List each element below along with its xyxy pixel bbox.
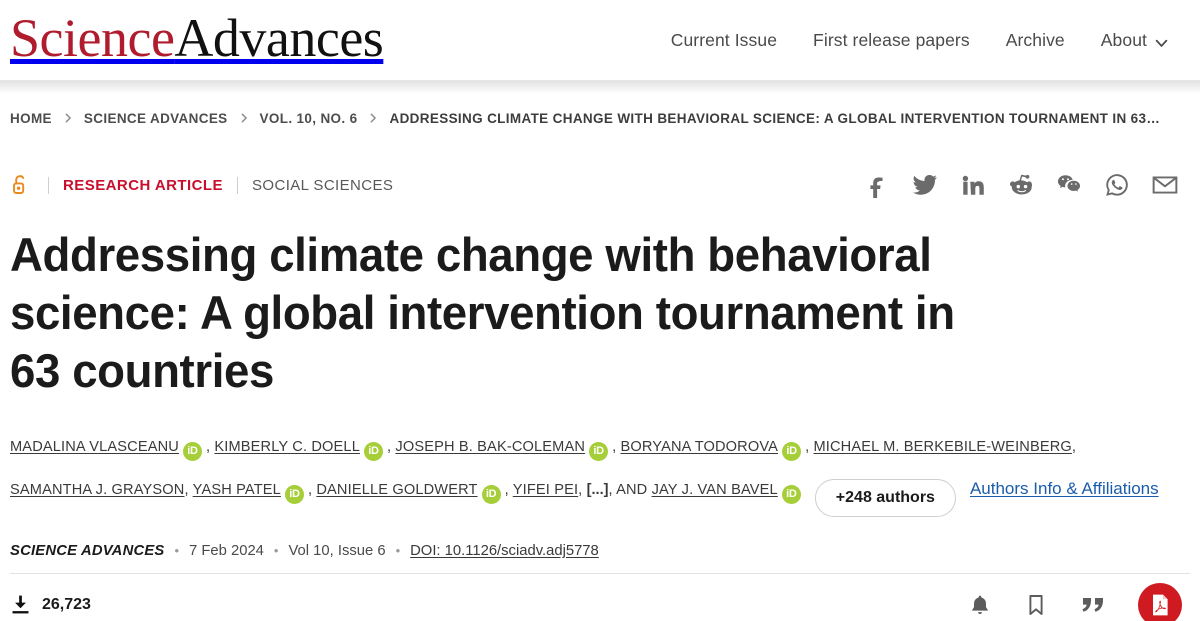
author-link[interactable]: MICHAEL M. BERKEBILE-WEINBERG xyxy=(813,439,1071,455)
bookmark-icon[interactable] xyxy=(1024,593,1048,617)
bell-icon[interactable] xyxy=(968,593,992,617)
author-link[interactable]: DANIELLE GOLDWERT xyxy=(316,482,477,498)
nav-first-release-papers[interactable]: First release papers xyxy=(813,30,970,51)
linkedin-icon[interactable] xyxy=(960,172,986,198)
authors-ellipsis: [...] xyxy=(586,482,609,498)
site-header: ScienceAdvances Current Issue First rele… xyxy=(0,0,1200,80)
reddit-icon[interactable] xyxy=(1008,172,1034,198)
download-count: 26,723 xyxy=(42,595,91,613)
journal-metadata: SCIENCE ADVANCES • 7 Feb 2024 • Vol 10, … xyxy=(10,543,1190,574)
author-separator: , xyxy=(504,482,513,498)
social-share-bar xyxy=(864,172,1190,198)
author-list: MADALINA VLASCEANU iD, KIMBERLY C. DOELL i… xyxy=(10,428,1190,517)
authors-info-affiliations-link[interactable]: Authors Info & Affiliations xyxy=(970,479,1159,498)
chevron-right-icon xyxy=(239,113,249,123)
download-icon xyxy=(10,594,31,615)
author-separator: , xyxy=(184,482,193,498)
nav-about-label: About xyxy=(1100,29,1147,50)
orcid-icon[interactable]: iD xyxy=(481,485,501,504)
breadcrumb-item-volume[interactable]: VOL. 10, NO. 6 xyxy=(260,111,358,126)
facebook-icon[interactable] xyxy=(864,172,890,198)
journal-name: SCIENCE ADVANCES xyxy=(10,543,165,559)
metrics-toolbar: 26,723 xyxy=(10,574,1190,621)
kicker-divider xyxy=(236,176,238,194)
page-title: Addressing climate change with behaviora… xyxy=(10,228,955,397)
more-authors-button[interactable]: +248 authors xyxy=(814,479,956,517)
pdf-icon[interactable] xyxy=(1138,582,1182,621)
site-logo[interactable]: ScienceAdvances xyxy=(10,8,384,68)
open-lock-icon xyxy=(10,173,30,197)
breadcrumb-item-article: ADDRESSING CLIMATE CHANGE WITH BEHAVIORA… xyxy=(389,110,1161,126)
breadcrumb: HOME SCIENCE ADVANCES VOL. 10, NO. 6 ADD… xyxy=(0,94,1200,134)
volume-issue: Vol 10, Issue 6 xyxy=(288,543,386,559)
meta-separator: • xyxy=(174,543,180,558)
wechat-icon[interactable] xyxy=(1056,172,1082,198)
article-type-link[interactable]: RESEARCH ARTICLE xyxy=(63,177,223,194)
twitter-icon[interactable] xyxy=(912,172,938,198)
doi-link[interactable]: DOI: 10.1126/sciadv.adj5778 xyxy=(410,543,599,559)
nav-archive[interactable]: Archive xyxy=(1006,30,1065,51)
orcid-icon[interactable]: iD xyxy=(363,442,383,461)
whatsapp-icon[interactable] xyxy=(1104,172,1130,198)
main-navigation: Current Issue First release papers Archi… xyxy=(671,30,1172,51)
nav-about[interactable]: About xyxy=(1101,30,1168,51)
nav-current-issue[interactable]: Current Issue xyxy=(671,30,777,51)
downloads-metric[interactable]: 26,723 xyxy=(10,594,91,615)
author-link[interactable]: JOSEPH B. BAK-COLEMAN xyxy=(395,439,585,455)
chevron-right-icon xyxy=(368,113,378,123)
article-header: RESEARCH ARTICLE SOCIAL SCIENCES Address… xyxy=(0,168,1200,621)
article-kicker-row: RESEARCH ARTICLE SOCIAL SCIENCES xyxy=(10,168,1190,202)
author-link[interactable]: YASH PATEL xyxy=(193,482,281,498)
meta-separator: • xyxy=(395,543,401,558)
quote-icon[interactable] xyxy=(1080,595,1106,615)
chevron-down-icon xyxy=(1155,34,1168,47)
author-link[interactable]: BORYANA TODOROVA xyxy=(620,439,778,455)
orcid-icon[interactable]: iD xyxy=(781,485,801,504)
article-topic-link[interactable]: SOCIAL SCIENCES xyxy=(252,177,393,194)
kicker-divider xyxy=(48,176,49,194)
breadcrumb-item-home[interactable]: HOME xyxy=(10,111,52,126)
author-link[interactable]: SAMANTHA J. GRAYSON xyxy=(10,482,185,498)
email-icon[interactable] xyxy=(1152,172,1178,198)
orcid-icon[interactable]: iD xyxy=(284,485,304,504)
logo-science-text: Science xyxy=(10,8,175,68)
breadcrumb-item-journal[interactable]: SCIENCE ADVANCES xyxy=(84,111,228,126)
authors-conjunction: , AND xyxy=(608,482,652,498)
orcid-icon[interactable]: iD xyxy=(589,442,609,461)
article-tools xyxy=(968,582,1190,621)
chevron-right-icon xyxy=(63,113,73,123)
orcid-icon[interactable]: iD xyxy=(782,442,802,461)
author-link[interactable]: YIFEI PEI xyxy=(513,482,578,498)
orcid-icon[interactable]: iD xyxy=(182,442,202,461)
author-separator: , xyxy=(1071,439,1077,455)
author-link-last[interactable]: JAY J. VAN BAVEL xyxy=(652,482,778,498)
author-link[interactable]: MADALINA VLASCEANU xyxy=(10,439,179,455)
publication-date: 7 Feb 2024 xyxy=(189,543,264,559)
header-shadow-divider xyxy=(0,80,1200,94)
author-separator: , xyxy=(578,482,587,498)
author-link[interactable]: KIMBERLY C. DOELL xyxy=(214,439,360,455)
meta-separator: • xyxy=(273,543,279,558)
logo-advances-text: Advances xyxy=(174,8,384,68)
